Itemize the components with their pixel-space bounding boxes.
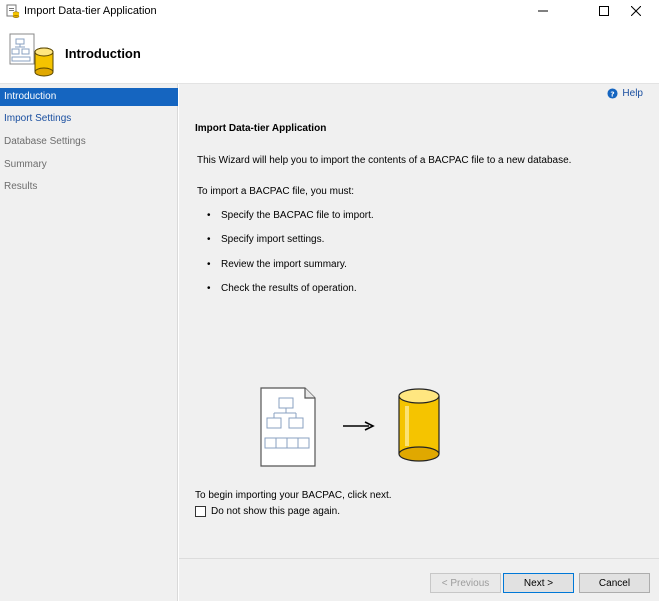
minimize-button[interactable] xyxy=(520,0,566,22)
import-illustration xyxy=(260,387,440,467)
database-icon xyxy=(398,388,440,462)
list-item: Review the import summary. xyxy=(207,259,347,270)
intro-text: This Wizard will help you to import the … xyxy=(197,155,572,166)
bacpac-file-icon xyxy=(260,387,316,467)
wizard-steps-sidebar: Introduction Import Settings Database Se… xyxy=(0,84,178,601)
app-icon xyxy=(6,4,20,18)
list-item: Check the results of operation. xyxy=(207,283,357,294)
list-item: Specify the BACPAC file to import. xyxy=(207,210,374,221)
wizard-content: ? Help Import Data-tier Application This… xyxy=(179,84,659,601)
minimize-icon xyxy=(538,10,548,12)
sidebar-item-summary: Summary xyxy=(4,159,47,170)
begin-text: To begin importing your BACPAC, click ne… xyxy=(195,490,392,501)
help-link[interactable]: ? Help xyxy=(607,88,643,99)
import-data-tier-icon xyxy=(9,33,54,77)
sidebar-item-results: Results xyxy=(4,181,38,192)
maximize-icon xyxy=(599,6,609,16)
requirements-heading: To import a BACPAC file, you must: xyxy=(197,186,355,197)
title-bar: Import Data-tier Application xyxy=(0,0,659,22)
sidebar-item-import-settings[interactable]: Import Settings xyxy=(0,110,178,128)
section-title: Import Data-tier Application xyxy=(195,123,327,134)
list-item: Specify import settings. xyxy=(207,234,324,245)
dont-show-again-checkbox[interactable] xyxy=(195,506,206,517)
next-button[interactable]: Next > xyxy=(503,573,574,593)
close-icon xyxy=(631,6,641,16)
dont-show-again-label: Do not show this page again. xyxy=(211,506,340,517)
sidebar-item-introduction[interactable]: Introduction xyxy=(0,88,178,106)
wizard-header: Introduction xyxy=(0,22,659,84)
cancel-button[interactable]: Cancel xyxy=(579,573,650,593)
arrow-right-icon xyxy=(343,421,375,431)
sidebar-item-database-settings: Database Settings xyxy=(4,136,86,147)
wizard-footer: < Previous Next > Cancel xyxy=(179,558,659,601)
help-label: Help xyxy=(622,88,643,99)
previous-button: < Previous xyxy=(430,573,501,593)
svg-text:?: ? xyxy=(611,89,615,98)
help-icon: ? xyxy=(607,88,618,99)
close-button[interactable] xyxy=(613,0,659,22)
window-title: Import Data-tier Application xyxy=(24,5,157,17)
page-title: Introduction xyxy=(65,46,141,61)
dont-show-again-row[interactable]: Do not show this page again. xyxy=(195,506,340,517)
